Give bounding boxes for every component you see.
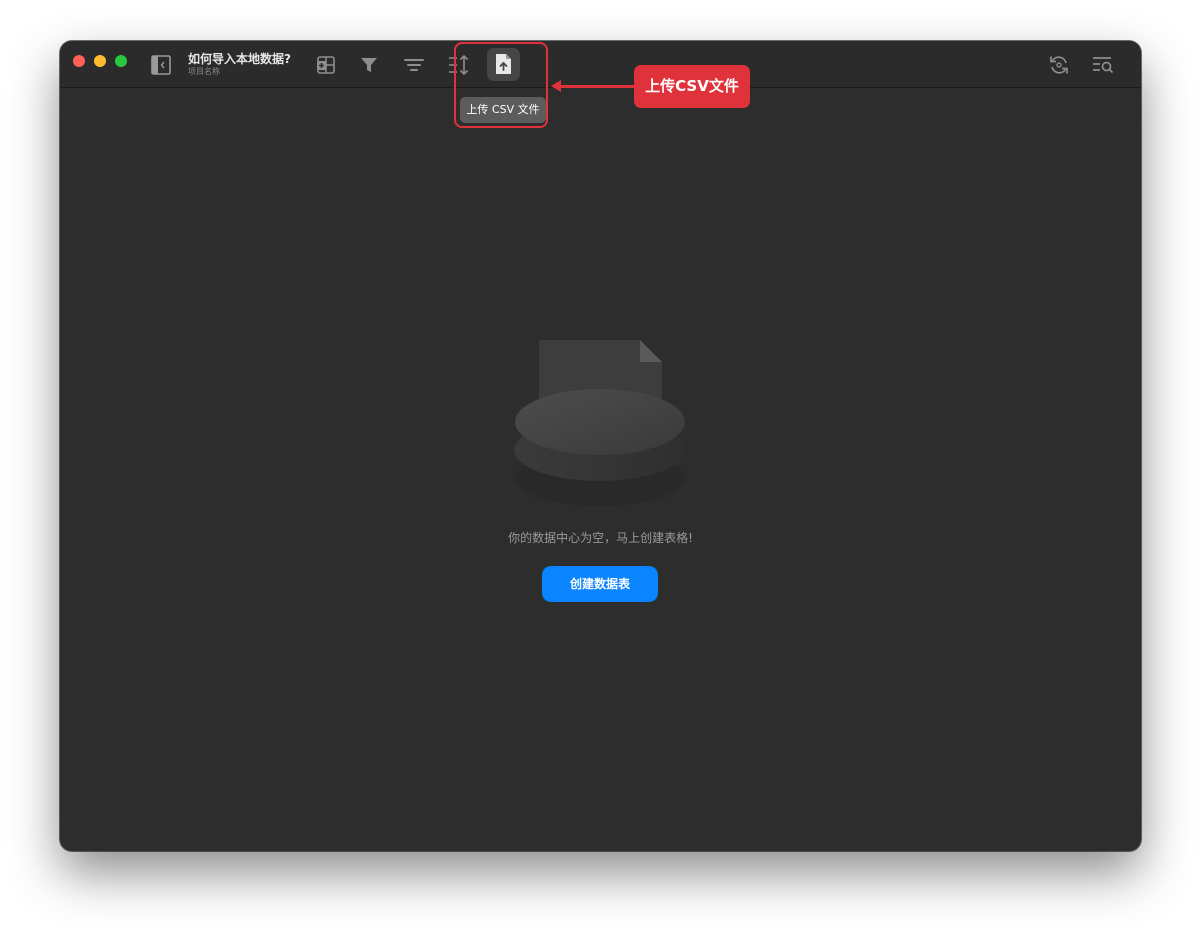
close-window-button[interactable] <box>73 55 85 67</box>
annotation-arrow-head <box>551 80 561 92</box>
filter-icon[interactable] <box>357 53 381 77</box>
minimize-window-button[interactable] <box>94 55 106 67</box>
search-list-icon[interactable] <box>1091 53 1115 77</box>
zoom-window-button[interactable] <box>115 55 127 67</box>
create-table-button[interactable]: 创建数据表 <box>542 566 658 602</box>
sidebar-toggle-icon[interactable] <box>151 55 171 75</box>
project-subtitle: 项目名称 <box>188 67 220 76</box>
sync-icon[interactable] <box>1047 53 1071 77</box>
annotation-callout: 上传CSV文件 <box>634 65 750 108</box>
sort-icon[interactable] <box>402 53 426 77</box>
project-title-block[interactable]: 如何导入本地数据? 项目名称 <box>188 52 291 77</box>
annotation-arrow <box>557 85 635 88</box>
empty-state-message: 你的数据中心为空，马上创建表格! <box>508 531 693 545</box>
add-table-icon[interactable] <box>314 53 338 77</box>
highlight-box <box>454 42 548 128</box>
app-window: 如何导入本地数据? 项目名称 上传 CSV 文件 上传CSV文件 你的数据中心为… <box>60 41 1141 851</box>
project-title: 如何导入本地数据? <box>188 52 291 66</box>
empty-database-illustration <box>510 333 690 513</box>
title-bar: 如何导入本地数据? 项目名称 <box>60 41 1141 88</box>
